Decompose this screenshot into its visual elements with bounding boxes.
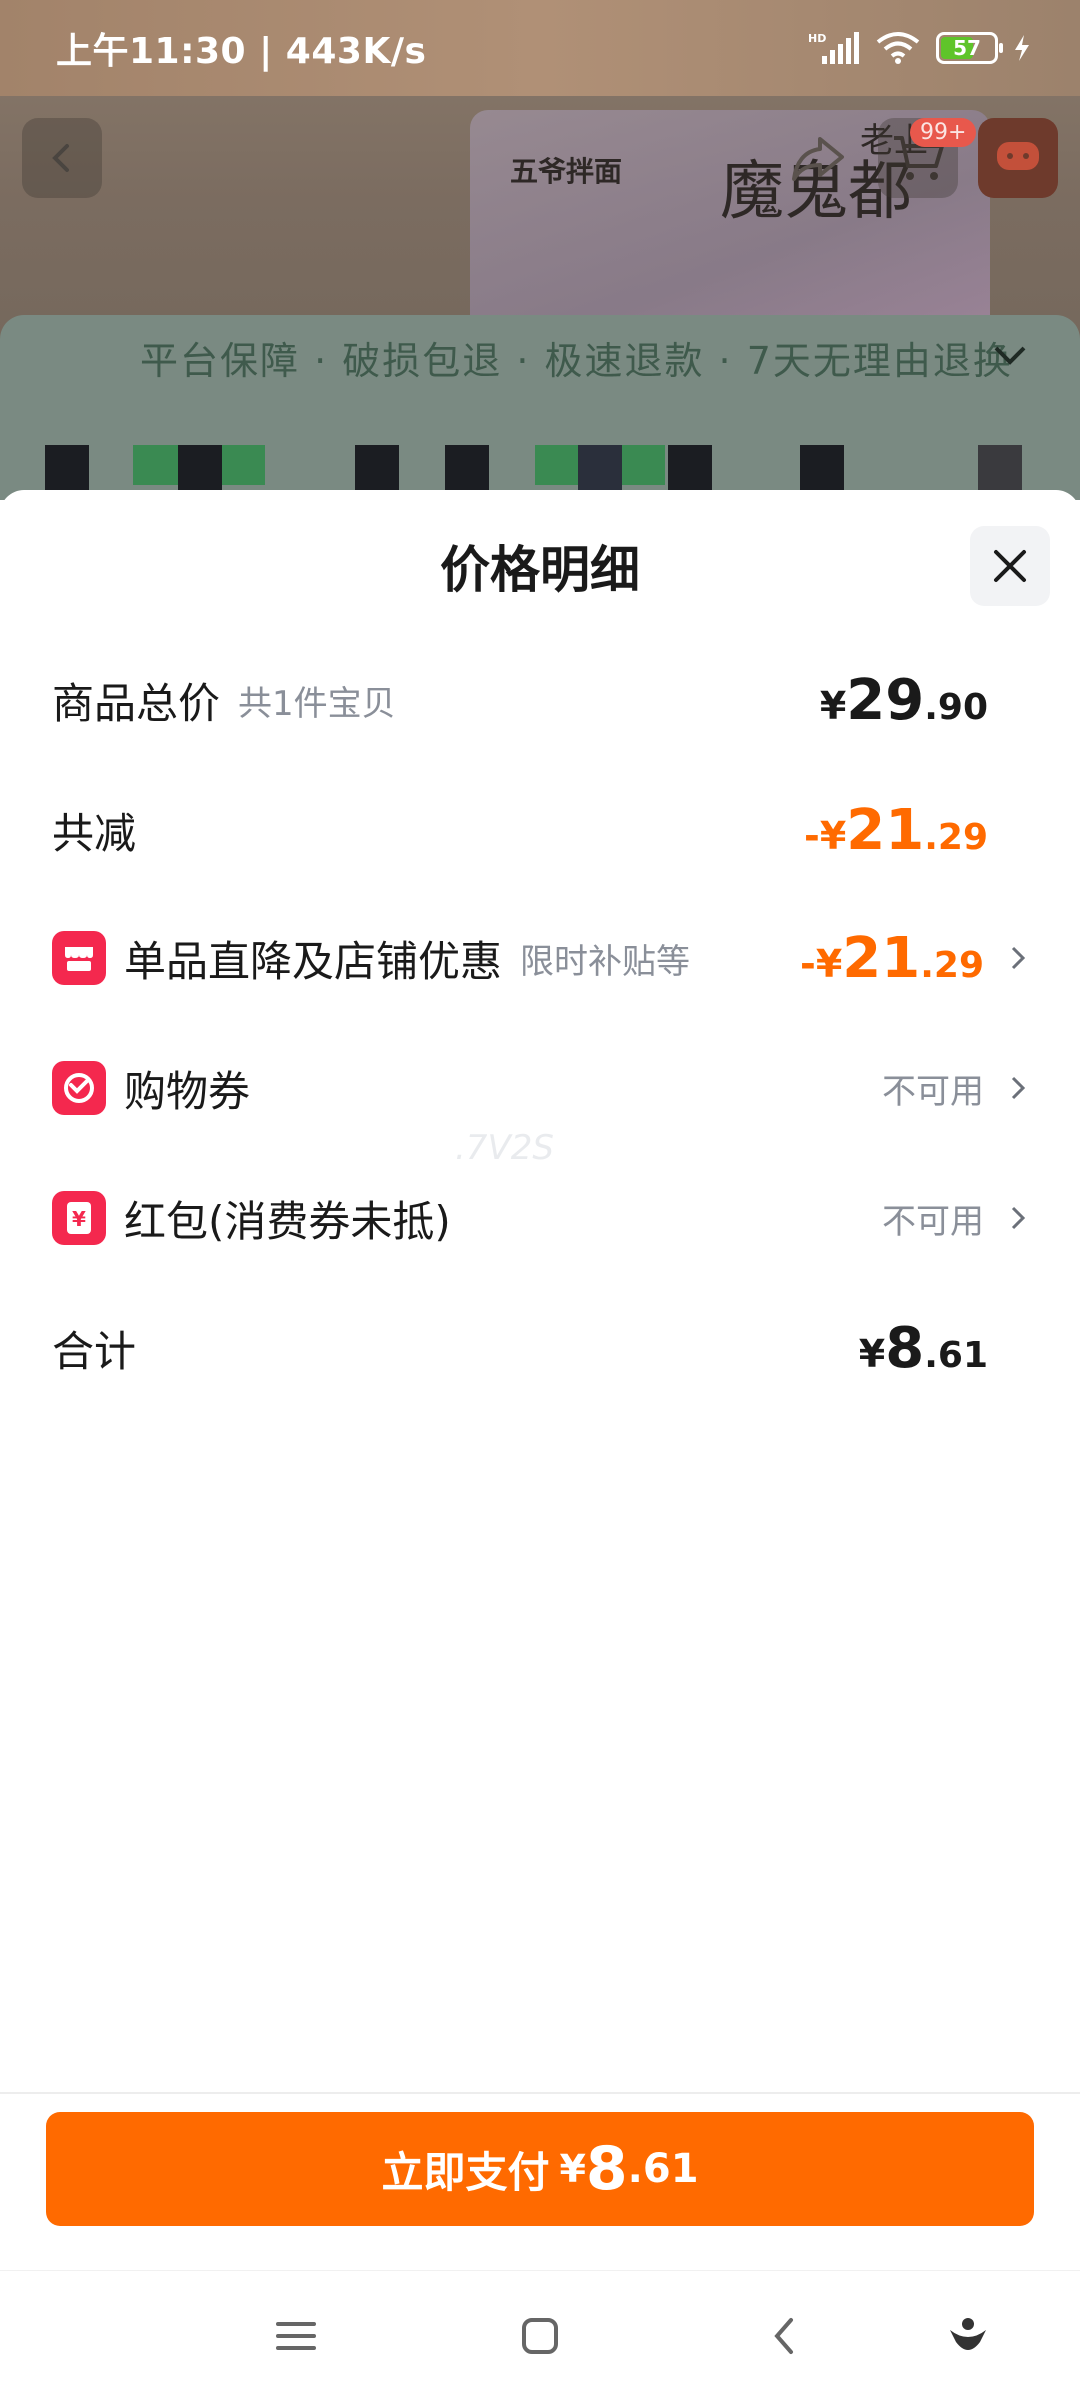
amount-integer: 8 — [885, 1315, 925, 1381]
status-bar: 上午11:30 | 443K/s HD 57 — [0, 0, 1080, 96]
message-button[interactable] — [978, 118, 1058, 198]
row-label: 单品直降及店铺优惠 — [124, 936, 503, 986]
sheet-title: 价格明细 — [440, 541, 640, 599]
amount-sign: - — [804, 813, 820, 858]
pay-amount-decimal: .61 — [627, 2146, 699, 2192]
amount-integer: 21 — [846, 797, 925, 863]
currency-symbol: ¥ — [858, 1331, 886, 1376]
battery-icon: 57 — [936, 32, 1003, 64]
svg-text:HD: HD — [808, 32, 826, 45]
system-nav-bar — [0, 2270, 1080, 2400]
store-discount-amount: -¥21.29 — [800, 926, 984, 991]
home-button[interactable] — [500, 2301, 580, 2371]
currency-symbol: ¥ — [819, 813, 847, 858]
product-brand-text: 五爷拌面 — [510, 155, 623, 188]
chevron-right-icon — [992, 1073, 1028, 1103]
row-label: 共减 — [52, 808, 137, 858]
svg-text:¥: ¥ — [72, 1207, 86, 1231]
assistant-icon — [950, 2318, 986, 2350]
message-icon — [997, 142, 1039, 170]
row-total-reduction: 共减 -¥21.29 — [52, 790, 1028, 870]
amount-decimal: .61 — [924, 1334, 988, 1376]
row-store-discount[interactable]: 单品直降及店铺优惠 限时补贴等 -¥21.29 — [52, 918, 1028, 998]
sum-amount: ¥8.61 — [859, 1316, 988, 1381]
coupon-icon — [52, 1061, 106, 1115]
signal-icon: HD — [808, 32, 859, 64]
chevron-right-icon — [992, 943, 1028, 973]
item-total-amount: ¥29.90 — [820, 668, 988, 733]
status-icons: HD 57 — [808, 30, 1032, 66]
back-button[interactable] — [22, 118, 102, 198]
row-item-total: 商品总价 共1件宝贝 ¥29.90 — [52, 660, 1028, 740]
cart-count-badge: 99+ — [910, 118, 977, 147]
coupon-status: 不可用 — [882, 1071, 984, 1112]
amount-decimal: .90 — [924, 686, 988, 728]
amount-integer: 29 — [846, 667, 925, 733]
menu-button[interactable] — [256, 2301, 336, 2371]
store-icon — [52, 931, 106, 985]
row-label: 购物券 — [124, 1066, 251, 1116]
amount-integer: 21 — [842, 925, 921, 991]
red-packet-status: 不可用 — [882, 1201, 984, 1242]
wifi-icon — [876, 32, 920, 64]
battery-level: 57 — [953, 36, 981, 60]
close-icon — [994, 550, 1026, 582]
pay-button-label: 立即支付 — [381, 2147, 550, 2197]
back-chevron-icon — [774, 2318, 793, 2354]
row-label: 合计 — [52, 1326, 137, 1376]
pay-currency: ¥ — [559, 2147, 586, 2191]
amount-sign: - — [800, 941, 816, 986]
row-sum: 合计 ¥8.61 — [52, 1308, 1028, 1388]
row-sublabel: 限时补贴等 — [520, 941, 691, 982]
row-red-packet[interactable]: ¥ 红包(消费券未抵) 不可用 — [52, 1178, 1028, 1258]
currency-symbol: ¥ — [815, 941, 843, 986]
share-icon — [792, 137, 844, 181]
red-packet-icon: ¥ — [52, 1191, 106, 1245]
pay-now-button[interactable]: 立即支付 ¥ 8 .61 — [46, 2112, 1034, 2226]
currency-symbol: ¥ — [819, 683, 847, 728]
share-button[interactable] — [778, 118, 858, 198]
amount-decimal: .29 — [920, 944, 984, 986]
menu-icon — [276, 2322, 316, 2350]
reduction-amount: -¥21.29 — [804, 798, 988, 863]
pay-amount-integer: 8 — [585, 2134, 628, 2204]
back-nav-button[interactable] — [744, 2301, 824, 2371]
row-sublabel: 共1件宝贝 — [238, 683, 396, 724]
row-label: 红包(消费券未抵) — [124, 1196, 451, 1246]
close-button[interactable] — [970, 526, 1050, 606]
status-time: 上午11:30 | 443K/s — [56, 31, 427, 72]
row-label: 商品总价 — [52, 678, 221, 728]
charging-icon — [1015, 35, 1029, 61]
chevron-right-icon — [992, 1203, 1028, 1233]
divider — [0, 2092, 1080, 2094]
amount-decimal: .29 — [924, 816, 988, 858]
assistant-button[interactable] — [928, 2301, 1008, 2371]
row-shopping-coupon[interactable]: 购物券 不可用 — [52, 1048, 1028, 1128]
guarantee-text: 平台保障 · 破损包退 · 极速退款 · 7天无理由退换 — [140, 339, 1013, 383]
back-arrow-icon — [52, 144, 69, 172]
home-square-icon — [522, 2318, 558, 2354]
watermark: .7V2S — [455, 1128, 554, 1168]
chevron-down-icon — [994, 346, 1026, 365]
